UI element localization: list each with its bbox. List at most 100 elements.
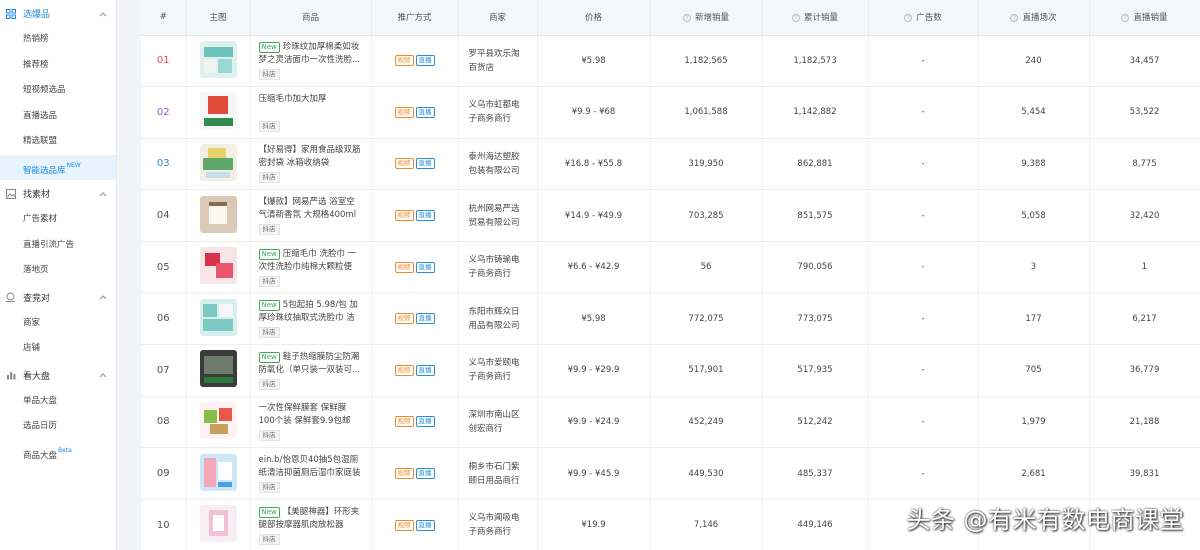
merchant-cell[interactable]: 义乌市爱颐电子商务商行	[458, 344, 538, 397]
product-cell[interactable]: New【美腿神器】环形夹腿部按摩器肌肉放松器 小...抖店	[250, 499, 372, 550]
merchant-cell[interactable]: 义乌市闻吸电子商务商行	[458, 499, 538, 550]
column-header[interactable]: ? 累计销量	[762, 0, 869, 36]
sidebar-item[interactable]: 推荐榜	[0, 53, 116, 79]
column-header[interactable]: ? 直播销量	[1089, 0, 1200, 36]
sidebar-item[interactable]: 单品大盘	[0, 389, 116, 415]
product-name[interactable]: 【爆款】网易严选 浴室空气清新香氛 大规格400ml	[259, 197, 357, 220]
product-thumbnail[interactable]	[199, 143, 237, 181]
product-name[interactable]: 压缩毛巾加大加厚	[259, 94, 327, 104]
column-header[interactable]: 商品	[250, 0, 372, 36]
merchant-cell[interactable]: 罗平县欢乐淘百货店	[458, 35, 538, 87]
merchant-cell[interactable]: 东阳市辉众日用品有限公司	[458, 292, 538, 345]
product-thumbnail[interactable]	[199, 40, 237, 78]
product-thumbnail[interactable]	[199, 401, 237, 439]
merchant-name[interactable]: 义乌市爱颐电子商务商行	[469, 358, 520, 382]
merchant-name[interactable]: 泰州海达塑胶包装有限公司	[469, 152, 520, 176]
column-header[interactable]: #	[141, 0, 187, 36]
help-icon[interactable]: ?	[1010, 13, 1019, 22]
sidebar-item[interactable]: 短视频选品	[0, 78, 116, 104]
table-row[interactable]: 08 一次性保鲜膜套 保鲜膜 100个装 保鲜套9.9包邮 抖店 视频 直播 深圳市南山区…	[141, 396, 1200, 448]
merchant-cell[interactable]: 泰州海达塑胶包装有限公司	[458, 138, 538, 190]
sidebar-item[interactable]: 商品大盘Beta	[0, 440, 116, 466]
merchant-name[interactable]: 义乌市铸瑜电子商务商行	[469, 255, 520, 279]
product-name[interactable]: ein.b/怡恩贝40抽5包湿厕纸清洁抑菌厕后湿巾家庭装	[259, 455, 361, 478]
new-badge: New	[258, 300, 280, 312]
column-header[interactable]: ? 直播场次	[978, 0, 1090, 36]
table-row[interactable]: 02 压缩毛巾加大加厚 抖店 视频 直播 义乌市虹都电子商务商行 ¥9.9 - ¥68 1,0…	[141, 86, 1200, 139]
product-thumbnail[interactable]	[199, 350, 237, 388]
sidebar-item[interactable]: 落地页	[0, 258, 116, 284]
column-header[interactable]: 主图	[186, 0, 251, 36]
help-icon[interactable]: ?	[682, 13, 691, 22]
table-row[interactable]: 04 【爆款】网易严选 浴室空气清新香氛 大规格400ml 抖店 视频 直播 杭州网易严选…	[141, 189, 1200, 242]
product-cell[interactable]: New5包起拍 5.98/包 加厚珍珠纹抽取式洗脸巾 洁面... 抖店	[250, 292, 372, 345]
merchant-cell[interactable]: 义乌市虹都电子商务商行	[458, 86, 538, 139]
merchant-name[interactable]: 义乌市虹都电子商务商行	[469, 100, 520, 124]
product-cell[interactable]: New 鞋子热缩膜防尘防潮防氧化（单只装一双装可... 抖店	[250, 344, 372, 397]
column-header[interactable]: ? 新增销量	[650, 0, 763, 36]
image-cell	[186, 292, 251, 345]
column-header[interactable]: ? 广告数	[868, 0, 979, 36]
chevron-up-icon[interactable]	[98, 292, 108, 302]
merchant-cell[interactable]: 桐乡市石门紫颐日用品商行	[458, 447, 538, 500]
table-row[interactable]: 09 ein.b/怡恩贝40抽5包湿厕纸清洁抑菌厕后湿巾家庭装 抖店 视频 直播 桐乡市石…	[141, 447, 1200, 500]
sidebar-item[interactable]: 直播引流广告	[0, 233, 116, 259]
product-cell[interactable]: 一次性保鲜膜套 保鲜膜 100个装 保鲜套9.9包邮 抖店	[250, 396, 372, 448]
sidebar-item[interactable]: 直播选品	[0, 104, 116, 130]
merchant-name[interactable]: 深圳市南山区创宏商行	[469, 410, 520, 434]
table-row[interactable]: 07 New 鞋子热缩膜防尘防潮防氧化（单只装一双装可... 抖店 视频 直播 义乌市爱颐电…	[141, 344, 1200, 397]
chevron-up-icon[interactable]	[98, 189, 108, 199]
table-row[interactable]: 06 New5包起拍 5.98/包 加厚珍珠纹抽取式洗脸巾 洁面... 抖店 视频直播…	[141, 292, 1200, 345]
new-badge: New	[258, 248, 280, 260]
help-icon[interactable]: ?	[791, 13, 800, 22]
table-row[interactable]: 01 New 珍珠纹加厚棉柔如妆梦之灵洁面巾一次性洗脸... 抖店 视频 直播 罗平县欢乐淘…	[141, 35, 1200, 87]
product-name[interactable]: 一次性保鲜膜套 保鲜膜 100个装 保鲜套9.9包邮	[259, 403, 351, 426]
help-icon[interactable]: ?	[1121, 13, 1130, 22]
product-thumbnail[interactable]	[199, 247, 237, 285]
product-cell[interactable]: 压缩毛巾加大加厚 抖店	[250, 86, 372, 139]
column-header[interactable]: 推广方式	[371, 0, 459, 36]
help-icon[interactable]: ?	[904, 13, 913, 22]
chevron-up-icon[interactable]	[98, 9, 108, 19]
ad-count-value: -	[921, 468, 925, 479]
nav-group-3[interactable]: 看大盘	[0, 362, 116, 389]
column-header[interactable]: 价格	[537, 0, 651, 36]
product-thumbnail[interactable]	[199, 453, 237, 491]
nav-group-2[interactable]: 查竞对	[0, 284, 116, 311]
column-header[interactable]: 商家	[458, 0, 538, 36]
sidebar-item[interactable]: 热销榜	[0, 27, 116, 53]
product-cell[interactable]: 【好易得】家用食品级双筋密封袋 冰箱收纳袋 抖店	[250, 138, 372, 190]
product-name[interactable]: 【好易得】家用食品级双筋密封袋 冰箱收纳袋	[259, 145, 361, 168]
sidebar-item[interactable]: 精选联盟	[0, 129, 116, 155]
product-thumbnail[interactable]	[199, 92, 237, 130]
nav-group-0[interactable]: 选爆品	[0, 0, 116, 27]
nav-group-1[interactable]: 找素材	[0, 180, 116, 207]
merchant-name[interactable]: 杭州网易严选贸易有限公司	[469, 204, 520, 228]
product-name-wrap: New 鞋子热缩膜防尘防潮防氧化（单只装一双装可...	[258, 351, 363, 377]
merchant-name[interactable]: 罗平县欢乐淘百货店	[469, 49, 520, 73]
merchant-cell[interactable]: 义乌市铸瑜电子商务商行	[458, 241, 538, 293]
merchant-name[interactable]: 东阳市辉众日用品有限公司	[469, 307, 520, 331]
sidebar-item[interactable]: 商家	[0, 311, 116, 337]
sidebar-item-label: 广告素材	[23, 214, 58, 224]
table-row[interactable]: 03 【好易得】家用食品级双筋密封袋 冰箱收纳袋 抖店 视频 直播 泰州海达塑胶包装有限公…	[141, 138, 1200, 190]
merchant-name[interactable]: 义乌市闻吸电子商务商行	[469, 513, 520, 537]
chevron-up-icon[interactable]	[98, 370, 108, 380]
merchant-cell[interactable]: 杭州网易严选贸易有限公司	[458, 189, 538, 242]
total-sales-cell: 449,146	[762, 499, 869, 550]
merchant-name[interactable]: 桐乡市石门紫颐日用品商行	[469, 462, 520, 486]
product-cell[interactable]: 【爆款】网易严选 浴室空气清新香氛 大规格400ml 抖店	[250, 189, 372, 242]
product-thumbnail[interactable]	[199, 195, 237, 233]
product-cell[interactable]: ein.b/怡恩贝40抽5包湿厕纸清洁抑菌厕后湿巾家庭装 抖店	[250, 447, 372, 500]
product-thumbnail[interactable]	[199, 298, 237, 336]
sidebar-item[interactable]: 选品日历	[0, 414, 116, 440]
sidebar-item[interactable]: 广告素材	[0, 207, 116, 233]
live-sales-cell: 34,457	[1089, 35, 1200, 87]
merchant-cell[interactable]: 深圳市南山区创宏商行	[458, 396, 538, 448]
sidebar-item[interactable]: 店铺	[0, 336, 116, 362]
table-row[interactable]: 05New压缩毛巾 洗脸巾 一次性洗脸巾纯棉大颗粒便携...抖店视频直播义乌市铸…	[141, 241, 1200, 293]
sidebar-item[interactable]: 智能选品库NEW	[0, 154, 116, 180]
product-thumbnail[interactable]	[199, 505, 237, 543]
product-cell[interactable]: New压缩毛巾 洗脸巾 一次性洗脸巾纯棉大颗粒便携...抖店	[250, 241, 372, 293]
product-cell[interactable]: New 珍珠纹加厚棉柔如妆梦之灵洁面巾一次性洗脸... 抖店	[250, 35, 372, 87]
